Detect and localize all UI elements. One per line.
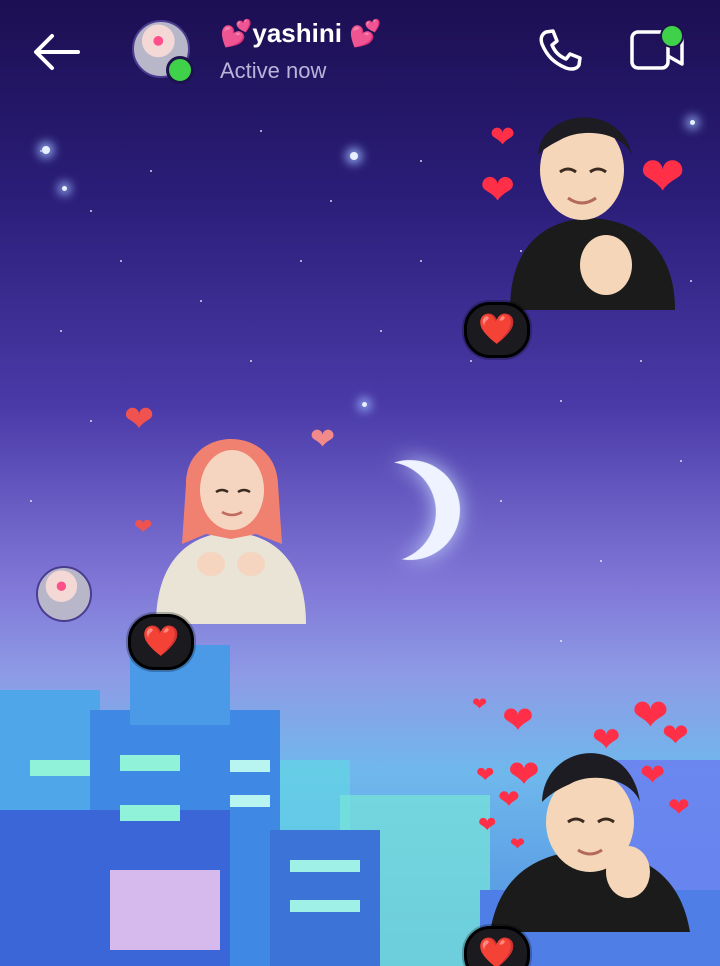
floating-heart-icon: ❤ (490, 121, 516, 154)
chat-header: 💕yashini 💕 Active now (0, 0, 720, 100)
heart-reaction[interactable]: ❤️ (128, 614, 194, 670)
floating-heart-icon: ❤ (592, 721, 621, 759)
heart-icon: ❤️ (142, 625, 180, 658)
heart-reaction[interactable]: ❤️ (464, 926, 530, 966)
bright-star (42, 146, 50, 154)
floating-heart-icon: ❤ (640, 147, 686, 207)
heart-reaction[interactable]: ❤️ (464, 302, 530, 358)
crescent-moon (346, 446, 474, 574)
floating-heart-icon: ❤ (480, 166, 516, 213)
bright-star (350, 152, 358, 160)
back-arrow-icon[interactable] (30, 30, 82, 74)
floating-heart-icon: ❤ (502, 700, 534, 742)
online-indicator (166, 56, 194, 84)
heart-icon: ❤️ (478, 937, 516, 966)
floating-heart-icon: ❤ (124, 398, 155, 439)
bright-star (362, 402, 367, 407)
heart-icon: ❤️ (478, 313, 516, 346)
sender-avatar[interactable] (36, 566, 92, 622)
floating-heart-icon: ❤ (478, 812, 497, 837)
floating-heart-icon: ❤ (310, 423, 336, 456)
floating-heart-icon: ❤ (668, 792, 690, 822)
contact-name[interactable]: 💕yashini 💕 (220, 18, 382, 49)
floating-heart-icon: ❤ (476, 762, 495, 787)
floating-heart-icon: ❤ (498, 784, 520, 814)
floating-heart-icon: ❤ (134, 514, 153, 539)
phone-call-icon[interactable] (536, 26, 584, 74)
floating-heart-icon: ❤ (640, 759, 666, 792)
floating-heart-icon: ❤ (472, 694, 488, 714)
floating-heart-icon: ❤ (662, 717, 689, 753)
avatar-sticker-heart-hands[interactable] (156, 424, 306, 624)
bright-star (62, 186, 67, 191)
active-status: Active now (220, 58, 327, 83)
chat-screen: 💕yashini 💕 Active now ❤ ❤ ❤ ❤️ ❤ ❤ ❤ ❤️ … (0, 0, 720, 966)
floating-heart-icon: ❤ (510, 834, 526, 854)
video-online-indicator (660, 24, 684, 48)
